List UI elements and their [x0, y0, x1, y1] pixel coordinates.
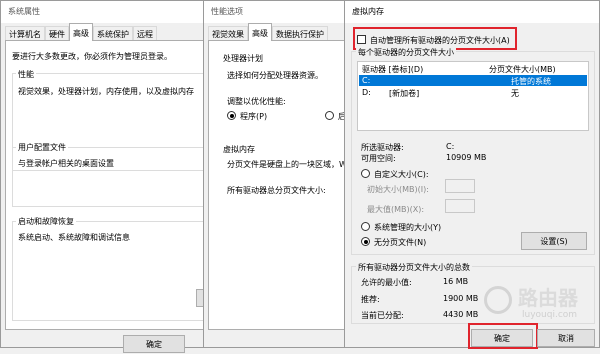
selected-drive-label: 所选驱动器:	[361, 143, 404, 152]
size-column-header: 分页文件大小(MB)	[489, 65, 556, 74]
drive-letter: D:	[362, 88, 371, 97]
system-managed-radio[interactable]	[361, 222, 370, 231]
drive-letter: C:	[362, 76, 371, 85]
tab-advanced[interactable]: 高级	[248, 23, 272, 41]
initial-size-input[interactable]	[445, 179, 475, 193]
drive-column-header: 驱动器 [卷标](D)	[362, 65, 424, 74]
perf-advanced-panel: 处理器计划 选择如何分配处理器资源。 调整以优化性能: 程序(P) 后台 虚拟内…	[208, 40, 354, 330]
recommended-value: 1900 MB	[443, 294, 479, 303]
recommended-label: 推荐:	[361, 295, 380, 304]
virtual-memory-total: 所有驱动器总分页文件大小:	[227, 186, 326, 195]
per-drive-label: 每个驱动器的分页文件大小	[356, 47, 456, 58]
initial-size-label: 初始大小(MB)(I):	[367, 185, 429, 194]
tab-advanced[interactable]: 高级	[69, 23, 93, 41]
watermark-subtext: luyouqi.com	[522, 310, 578, 320]
free-space-value: 10909 MB	[446, 153, 487, 162]
current-allocated-value: 4430 MB	[443, 310, 479, 319]
admin-note: 要进行大多数更改，你必须作为管理员登录。	[12, 52, 172, 61]
max-size-label: 最大值(MB)(X):	[367, 205, 425, 214]
performance-label: 性能	[16, 69, 36, 80]
processor-label: 处理器计划	[223, 54, 263, 63]
startup-recovery-desc: 系统启动、系统故障和调试信息	[18, 233, 130, 242]
user-profiles-desc: 与登录帐户相关的桌面设置	[18, 159, 114, 168]
tab-dep[interactable]: 数据执行保护	[272, 26, 328, 41]
window-title: 性能选项	[204, 1, 352, 23]
performance-desc: 视觉效果，处理器计划，内存使用，以及虚拟内存	[18, 87, 194, 96]
router-logo-icon	[484, 286, 512, 314]
free-space-label: 可用空间:	[361, 154, 396, 163]
system-managed-label: 系统管理的大小(Y)	[374, 223, 442, 232]
no-paging-file-label: 无分页文件(N)	[374, 238, 427, 247]
set-button[interactable]: 设置(S)	[521, 232, 587, 250]
custom-size-label: 自定义大小(C):	[374, 170, 429, 179]
drive-list[interactable]: 驱动器 [卷标](D) 分页文件大小(MB) C: 托管的系统 D: [新加卷]…	[357, 61, 589, 131]
tab-remote[interactable]: 远程	[133, 26, 157, 41]
tab-visual-effects[interactable]: 视觉效果	[208, 26, 248, 41]
drive-row-c[interactable]: C: 托管的系统	[359, 75, 587, 86]
performance-options-window: 性能选项 视觉效果 高级 数据执行保护 处理器计划 选择如何分配处理器资源。 调…	[203, 0, 354, 348]
selected-drive-value: C:	[446, 142, 455, 151]
tab-bar: 计算机名 硬件 高级 系统保护 远程	[5, 23, 157, 41]
current-allocated-label: 当前已分配:	[361, 311, 404, 320]
adjust-label: 调整以优化性能:	[227, 97, 286, 106]
user-profiles-label: 用户配置文件	[16, 142, 68, 153]
tab-bar: 视觉效果 高级 数据执行保护	[208, 23, 328, 41]
drive-label: [新加卷]	[389, 89, 420, 98]
total-label: 所有驱动器分页文件大小的总数	[356, 262, 472, 273]
watermark: 路由器 luyouqi.com	[478, 276, 598, 336]
drive-size: 无	[511, 89, 519, 98]
processor-desc: 选择如何分配处理器资源。	[227, 71, 323, 80]
tab-system-protection[interactable]: 系统保护	[93, 26, 133, 41]
watermark-text: 路由器	[518, 286, 578, 310]
background-radio[interactable]	[325, 111, 334, 120]
startup-recovery-label: 启动和故障恢复	[16, 216, 76, 227]
program-radio[interactable]	[227, 111, 236, 120]
ok-button[interactable]: 确定	[123, 335, 185, 353]
min-allowed-value: 16 MB	[443, 277, 469, 286]
tab-computer-name[interactable]: 计算机名	[5, 26, 45, 41]
custom-size-radio[interactable]	[361, 169, 370, 178]
tab-hardware[interactable]: 硬件	[45, 26, 69, 41]
drive-size: 托管的系统	[511, 77, 551, 86]
program-radio-label: 程序(P)	[240, 112, 268, 121]
drive-row-d[interactable]: D: [新加卷] 无	[359, 87, 587, 98]
virtual-memory-label: 虚拟内存	[223, 145, 255, 154]
max-size-input[interactable]	[445, 199, 475, 213]
window-title: 虚拟内存	[345, 1, 599, 23]
no-paging-file-radio[interactable]	[361, 237, 370, 246]
min-allowed-label: 允许的最小值:	[361, 278, 412, 287]
virtual-memory-desc: 分页文件是硬盘上的一块区域，Wi	[227, 160, 349, 169]
